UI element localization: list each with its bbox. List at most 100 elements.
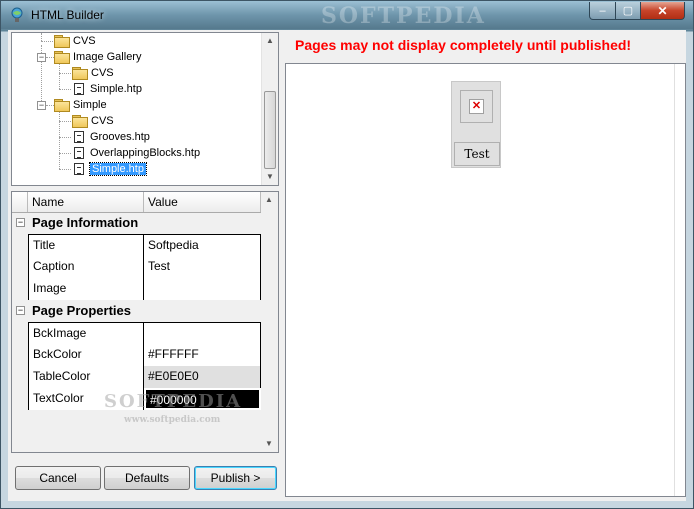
property-name: Image [28,278,144,300]
property-row-bckimage[interactable]: BckImage [28,322,261,345]
grid-header-name[interactable]: Name [28,192,144,212]
client-area: CVS − Image Gallery CVS Simple.htp − Sim… [8,30,686,501]
property-name: Caption [28,256,144,278]
grid-header-spacer [12,192,28,212]
broken-image-icon: ✕ [469,99,484,114]
tree-line [59,121,71,122]
preview-caption: Test [454,142,500,166]
tree-line [59,137,71,138]
category-label: Page Properties [32,303,131,318]
tree-line [59,169,71,170]
collapse-icon[interactable]: − [16,218,25,227]
scroll-down-icon[interactable]: ▼ [262,169,278,185]
project-tree[interactable]: CVS − Image Gallery CVS Simple.htp − Sim… [11,32,279,186]
folder-icon [72,67,88,80]
document-icon [74,147,84,159]
watermark-url: www.softpedia.com [124,415,221,425]
property-value[interactable]: Softpedia [144,235,261,257]
tree-item-label: Simple.htp [90,83,142,95]
tree-line [59,111,60,169]
close-button[interactable]: ✕ [640,2,685,20]
tree-line [59,153,71,154]
tree-line [59,73,71,74]
folder-icon [54,51,70,64]
page-preview: ✕ Test [285,63,686,497]
tree-item-cvs[interactable]: CVS [72,113,114,129]
maximize-button[interactable]: ▢ [615,2,641,20]
grid-header: Name Value [12,192,261,213]
app-globe-icon [11,7,23,22]
minimize-button[interactable]: – [589,2,616,20]
folder-icon [72,115,88,128]
grid-scrollbar[interactable]: ▲ ▼ [261,192,278,452]
tree-item-label: Simple [73,99,107,111]
property-row-title[interactable]: Title Softpedia [28,234,261,257]
tree-scrollbar[interactable]: ▲ ▼ [261,33,278,185]
tree-item-label: CVS [91,115,114,127]
tree-item-label: Image Gallery [73,51,142,63]
publish-button[interactable]: Publish > [194,466,277,490]
tree-line [41,33,42,41]
tree-item-label: Grooves.htp [90,131,150,143]
maximize-icon: ▢ [622,5,634,17]
property-row-caption[interactable]: Caption Test [28,256,261,278]
preview-table: ✕ Test [451,81,501,168]
property-value[interactable]: Test [144,256,261,278]
tree-item-simple-htp[interactable]: Simple.htp [72,81,142,97]
tree-line [41,41,53,42]
title-bar[interactable]: HTML Builder SOFTPEDIA – ▢ ✕ [1,1,693,29]
scroll-thumb[interactable] [264,91,276,169]
property-name: BckImage [28,323,144,345]
watermark: SOFTPEDIA [104,391,243,412]
tree-item-grooves[interactable]: Grooves.htp [72,129,150,145]
collapse-icon[interactable]: − [37,53,46,62]
tree-item-simple-htp-selected[interactable]: Simple.htp [72,161,147,177]
tree-line [46,105,54,106]
property-grid[interactable]: Name Value − Page Information Title Soft… [11,191,279,453]
scroll-up-icon[interactable]: ▲ [261,192,277,208]
folder-icon [54,35,70,48]
category-page-information[interactable]: − Page Information [12,213,261,234]
preview-scrollbar[interactable] [674,64,685,496]
tree-item-cvs[interactable]: CVS [72,65,114,81]
property-name: TableColor [28,366,144,388]
document-icon [74,163,84,175]
category-label: Page Information [32,215,139,230]
publish-warning: Pages may not display completely until p… [295,37,632,53]
property-name: Title [28,235,144,257]
tree-item-cvs[interactable]: CVS [54,33,96,49]
property-value[interactable]: #FFFFFF [144,344,261,366]
defaults-button[interactable]: Defaults [104,466,190,490]
tree-line [59,63,60,89]
window-title: HTML Builder [31,8,104,22]
document-icon [74,83,84,95]
tree-item-label: CVS [73,35,96,47]
property-value[interactable] [144,323,261,345]
grid-body: − Page Information Title Softpedia Capti… [12,213,261,452]
tree-line [46,57,54,58]
collapse-icon[interactable]: − [37,101,46,110]
property-value[interactable]: #E0E0E0 [144,366,261,388]
watermark-title: SOFTPEDIA [321,3,486,29]
tree-item-image-gallery[interactable]: Image Gallery [54,49,141,65]
tree-line [59,89,71,90]
cancel-button[interactable]: Cancel [15,466,101,490]
property-row-tablecolor[interactable]: TableColor #E0E0E0 [28,366,261,388]
property-name: BckColor [28,344,144,366]
html-builder-window: HTML Builder SOFTPEDIA – ▢ ✕ CVS − Image… [0,0,694,509]
tree-item-simple[interactable]: Simple [54,97,107,113]
property-row-bckcolor[interactable]: BckColor #FFFFFF [28,344,261,366]
category-page-properties[interactable]: − Page Properties [12,301,261,322]
scroll-down-icon[interactable]: ▼ [261,436,277,452]
folder-icon [54,99,70,112]
tree-item-label: Simple.htp [89,162,147,176]
tree-item-overlapping-blocks[interactable]: OverlappingBlocks.htp [72,145,200,161]
scroll-up-icon[interactable]: ▲ [262,33,278,49]
property-row-image[interactable]: Image [28,278,261,300]
tree-item-label: CVS [91,67,114,79]
tree-item-label: OverlappingBlocks.htp [90,147,201,159]
grid-header-value[interactable]: Value [144,192,261,212]
document-icon [74,131,84,143]
property-value[interactable] [144,278,261,300]
collapse-icon[interactable]: − [16,306,25,315]
